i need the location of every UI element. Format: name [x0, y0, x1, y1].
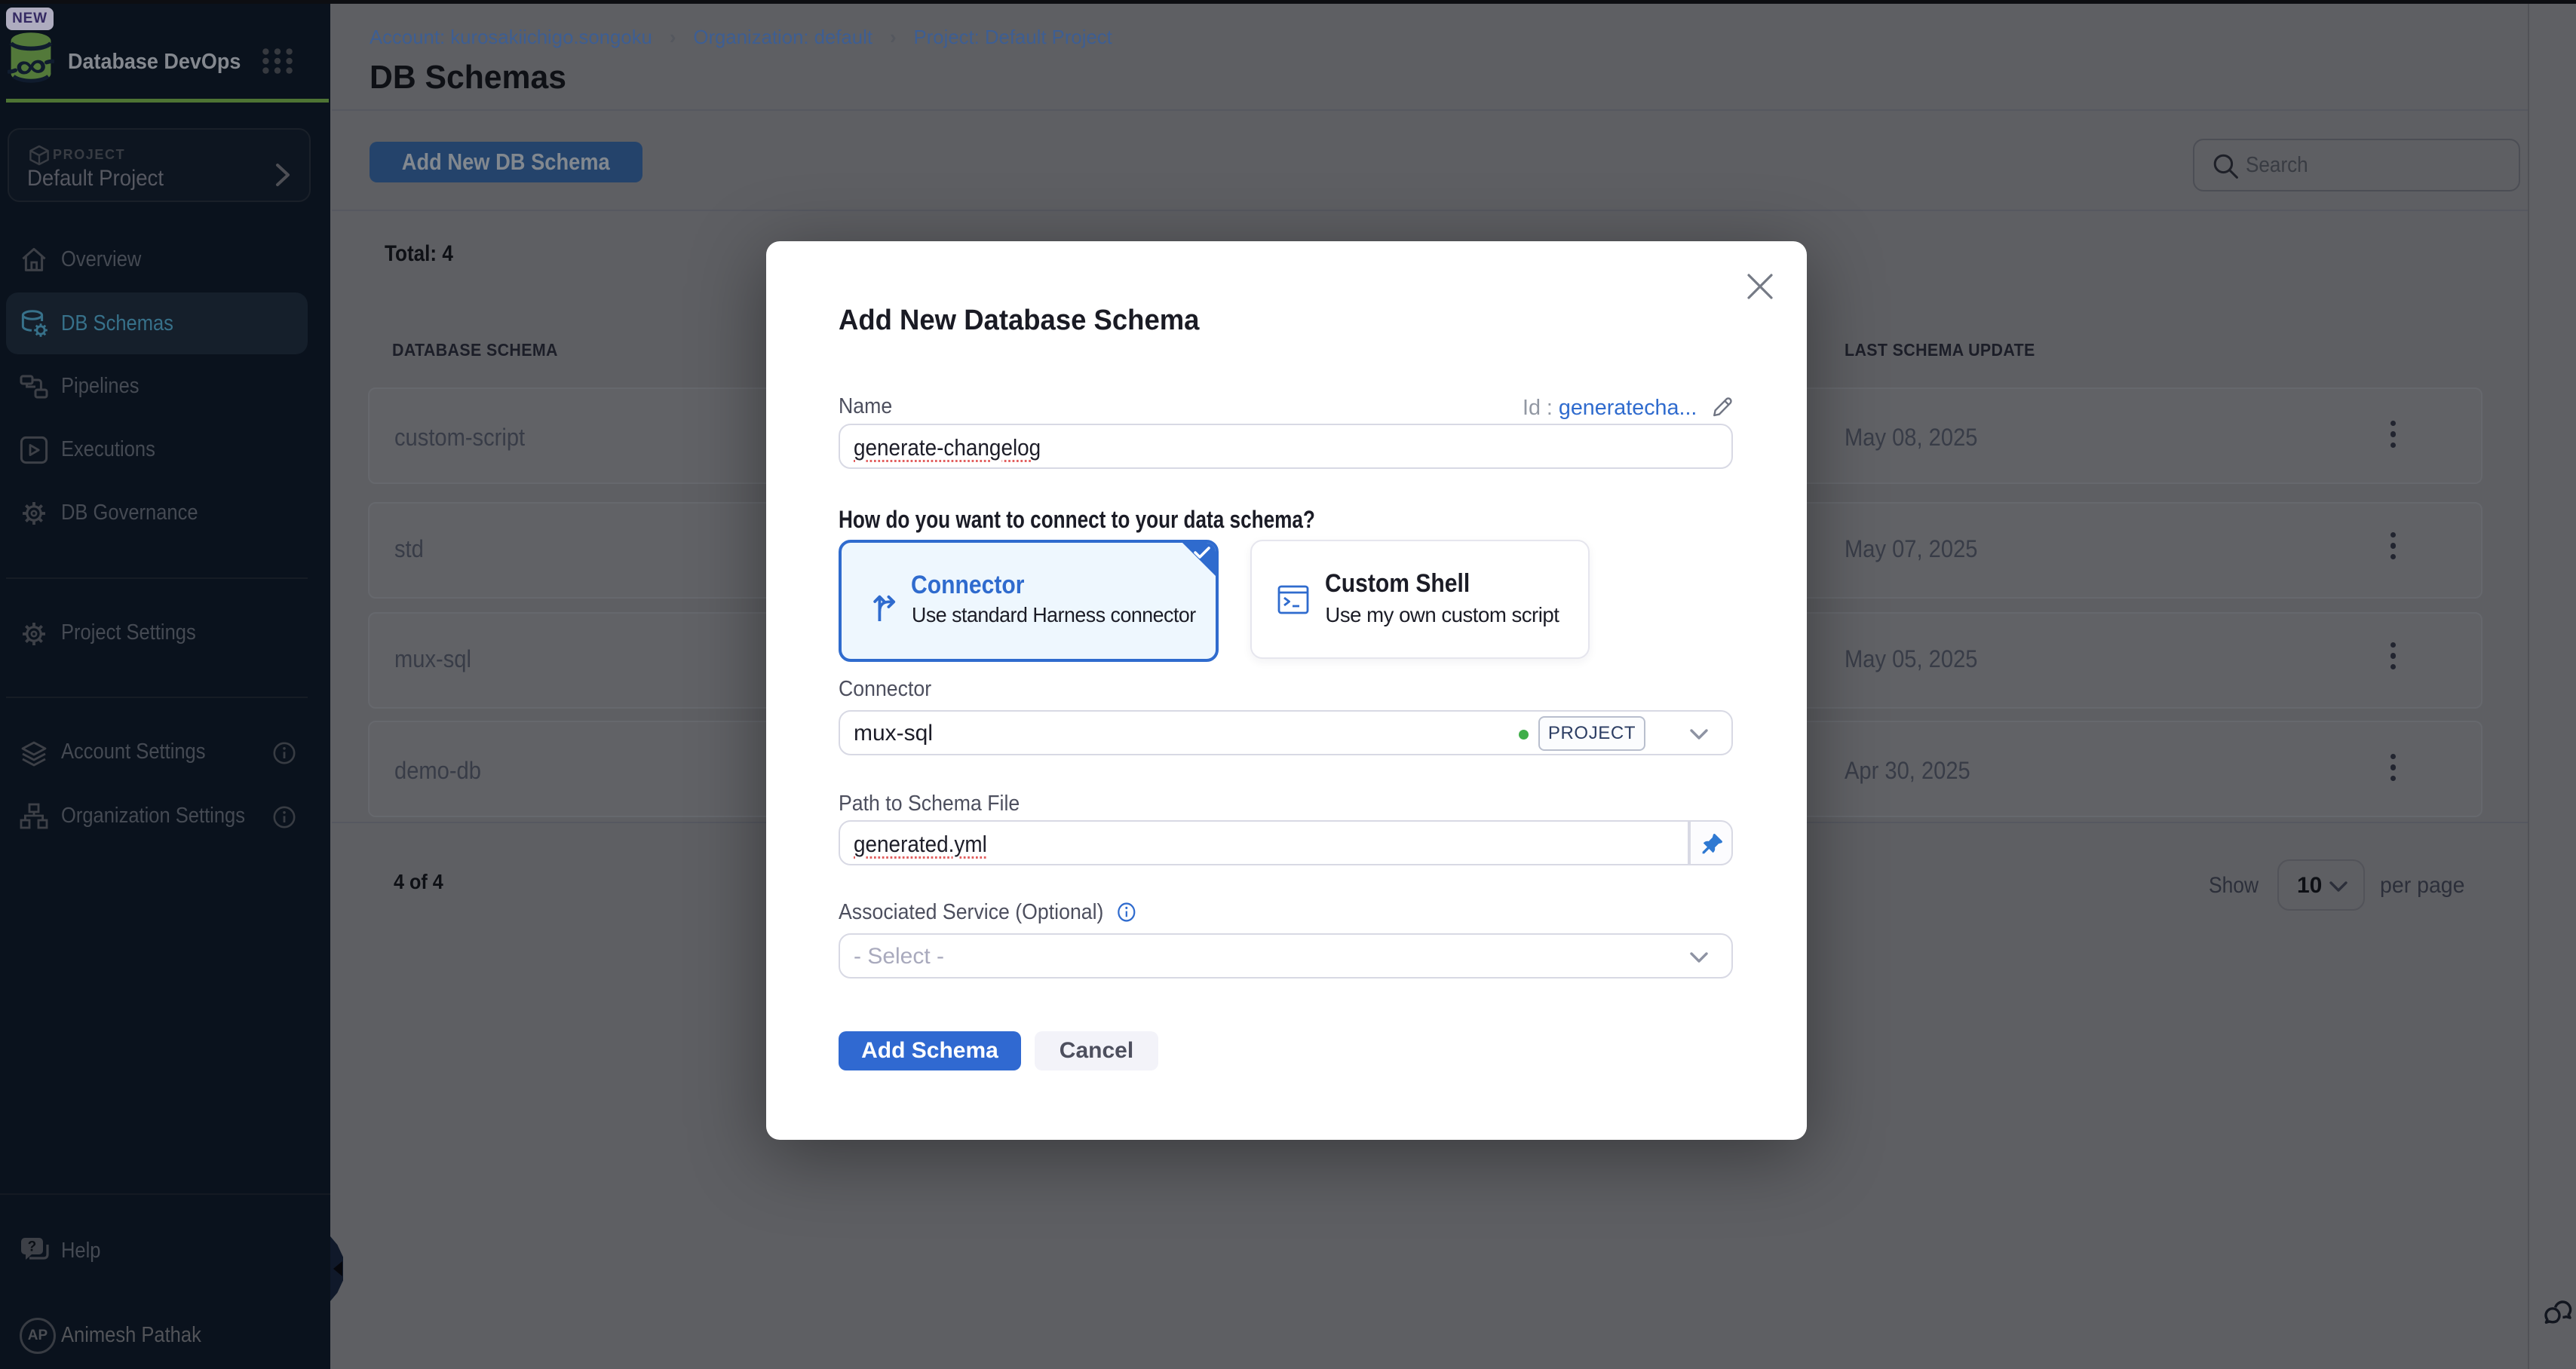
svg-text:?: ? — [28, 1239, 37, 1254]
svg-text:∞: ∞ — [12, 44, 49, 83]
